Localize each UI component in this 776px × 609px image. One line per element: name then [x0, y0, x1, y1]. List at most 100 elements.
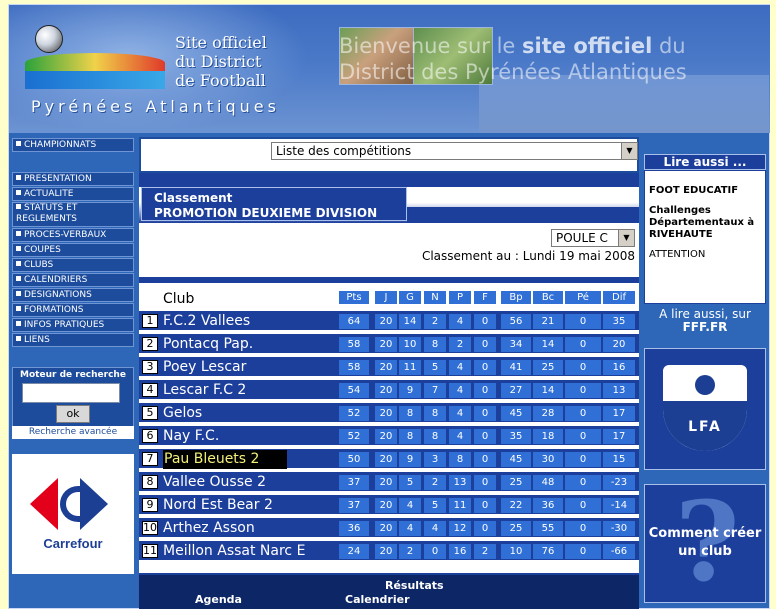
stat-cell: 4: [424, 521, 446, 536]
sidebar-item-formations[interactable]: FORMATIONS: [12, 303, 134, 317]
table-row[interactable]: 9 Nord Est Bear 2 37 20 4 5 11 0 22 36 0 -14: [139, 495, 639, 516]
club-name[interactable]: F.C.2 Vallees: [163, 312, 331, 331]
club-name[interactable]: Nay F.C.: [163, 427, 331, 446]
column-header: G: [399, 291, 421, 304]
club-name[interactable]: Nord Est Bear 2: [163, 496, 331, 515]
stat-cell: 2: [399, 544, 421, 559]
lfa-logo[interactable]: LFA: [644, 348, 766, 470]
carrefour-sponsor-logo[interactable]: Carrefour: [12, 454, 134, 574]
stat-cell: 37: [339, 498, 369, 513]
stat-cell: 0: [565, 406, 601, 421]
stat-cell: 13: [603, 383, 635, 398]
stat-cell: -30: [603, 521, 635, 536]
table-row[interactable]: 6 Nay F.C. 52 20 8 8 4 0 35 18 0 17: [139, 426, 639, 447]
news-link-foot-educatif[interactable]: FOOT EDUCATIF: [649, 185, 765, 197]
table-row[interactable]: 5 Gelos 52 20 8 8 4 0 45 28 0 17: [139, 403, 639, 424]
sidebar-item-designations[interactable]: DESIGNATIONS: [12, 288, 134, 302]
stat-cell: 0: [565, 452, 601, 467]
sidebar-item-actualite[interactable]: ACTUALITE: [12, 187, 134, 201]
stat-cell: 0: [565, 544, 601, 559]
column-header: J: [375, 291, 397, 304]
agenda-link[interactable]: Agenda: [195, 593, 242, 606]
table-row[interactable]: 3 Poey Lescar 58 20 11 5 4 0 41 25 0 16: [139, 357, 639, 378]
club-name[interactable]: Poey Lescar: [163, 358, 331, 377]
create-club-banner[interactable]: ? Comment créer un club: [644, 484, 766, 603]
stat-cell: 0: [474, 498, 496, 513]
poule-select[interactable]: POULE C ▼: [551, 229, 635, 247]
poule-select-value: POULE C: [556, 231, 608, 245]
chevron-down-icon[interactable]: ▼: [618, 230, 634, 246]
club-name[interactable]: Meillon Assat Narc E: [163, 542, 331, 561]
football-icon: [35, 25, 63, 53]
sidebar-item-coupes[interactable]: COUPES: [12, 243, 134, 257]
bullet-icon: [16, 246, 21, 251]
rank-badge: 4: [142, 383, 158, 397]
fff-link[interactable]: A lire aussi, sur FFF.FR: [644, 308, 766, 334]
stat-cell: 8: [424, 429, 446, 444]
stat-cell: 45: [501, 406, 531, 421]
stat-cell: 9: [399, 452, 421, 467]
sidebar-item-infos-pratiques[interactable]: INFOS PRATIQUES: [12, 318, 134, 332]
club-name[interactable]: Pontacq Pap.: [163, 335, 331, 354]
table-row[interactable]: 10 Arthez Asson 36 20 4 4 12 0 25 55 0 -30: [139, 518, 639, 539]
stat-cell: 45: [501, 452, 531, 467]
competition-select[interactable]: Liste des compétitions ▼: [271, 142, 638, 160]
sidebar-item-clubs[interactable]: CLUBS: [12, 258, 134, 272]
table-row[interactable]: 7 Pau Bleuets 2 50 20 9 3 8 0 45 30 0 15: [139, 449, 639, 470]
search-ok-button[interactable]: ok: [56, 405, 90, 423]
sidebar-item-presentation[interactable]: PRESENTATION: [12, 172, 134, 186]
sidebar-item-statuts[interactable]: STATUTS ET REGLEMENTS: [12, 202, 134, 227]
club-name[interactable]: Pau Bleuets 2: [163, 450, 287, 469]
sidebar-item-proces-verbaux[interactable]: PROCES-VERBAUX: [12, 228, 134, 242]
stat-cell: 8: [449, 452, 471, 467]
rank-badge: 9: [142, 498, 158, 512]
stat-cell: 76: [533, 544, 563, 559]
table-row[interactable]: 1 F.C.2 Vallees 64 20 14 2 4 0 56 21 0 35: [139, 311, 639, 332]
sidebar-menu: PRESENTATION ACTUALITE STATUTS ET REGLEM…: [12, 172, 134, 348]
calendar-link[interactable]: Calendrier: [345, 593, 410, 606]
create-club-text: Comment créer un club: [645, 525, 765, 561]
stat-cell: 20: [375, 314, 397, 329]
table-row[interactable]: 11 Meillon Assat Narc E 24 20 2 0 16 2 10 76 0 -66: [139, 541, 639, 562]
stat-cell: 2: [474, 544, 496, 559]
carrefour-wordmark: Carrefour: [43, 536, 103, 551]
stat-cell: 52: [339, 429, 369, 444]
news-link-attention[interactable]: ATTENTION: [649, 249, 765, 261]
header-banner: Site officiel du District de Football Py…: [9, 5, 770, 133]
club-name[interactable]: Lescar F.C 2: [163, 381, 331, 400]
rank-badge: 10: [142, 521, 158, 535]
stat-cell: 64: [339, 314, 369, 329]
competition-bar: Liste des compétitions ▼: [139, 137, 639, 173]
table-row[interactable]: 2 Pontacq Pap. 58 20 10 8 2 0 34 14 0 20: [139, 334, 639, 355]
stat-cell: 52: [339, 406, 369, 421]
advanced-search-link[interactable]: Recherche avancée: [12, 426, 134, 439]
column-header: Bc: [533, 291, 563, 304]
table-row[interactable]: 4 Lescar F.C 2 54 20 9 7 4 0 27 14 0 13: [139, 380, 639, 401]
divider-band: [139, 277, 639, 283]
club-name[interactable]: Arthez Asson: [163, 519, 331, 538]
sidebar-item-championnats[interactable]: CHAMPIONNATS: [12, 138, 134, 152]
classement-label: Classement: [154, 191, 233, 205]
search-input[interactable]: [22, 383, 120, 403]
stat-cell: 4: [449, 383, 471, 398]
club-name[interactable]: Vallee Ousse 2: [163, 473, 331, 492]
rank-badge: 5: [142, 406, 158, 420]
stat-cell: 0: [565, 429, 601, 444]
sidebar-item-calendriers[interactable]: CALENDRIERS: [12, 273, 134, 287]
chevron-down-icon[interactable]: ▼: [621, 143, 637, 159]
table-row[interactable]: 8 Vallee Ousse 2 37 20 5 2 13 0 25 48 0 -23: [139, 472, 639, 493]
bullet-icon: [16, 261, 21, 266]
rank-badge: 11: [142, 544, 158, 558]
stat-cell: 5: [424, 360, 446, 375]
club-name[interactable]: Gelos: [163, 404, 331, 423]
district-logo[interactable]: [25, 23, 165, 91]
sidebar-item-liens[interactable]: LIENS: [12, 333, 134, 347]
stat-cell: 11: [449, 498, 471, 513]
results-link[interactable]: Résultats: [385, 579, 444, 592]
stat-cell: 2: [424, 314, 446, 329]
stat-cell: 0: [565, 383, 601, 398]
stat-cell: -66: [603, 544, 635, 559]
stat-cell: 4: [399, 498, 421, 513]
news-link-challenges[interactable]: Challenges Départementaux à RIVEHAUTE: [649, 205, 765, 241]
stat-cell: 12: [449, 521, 471, 536]
